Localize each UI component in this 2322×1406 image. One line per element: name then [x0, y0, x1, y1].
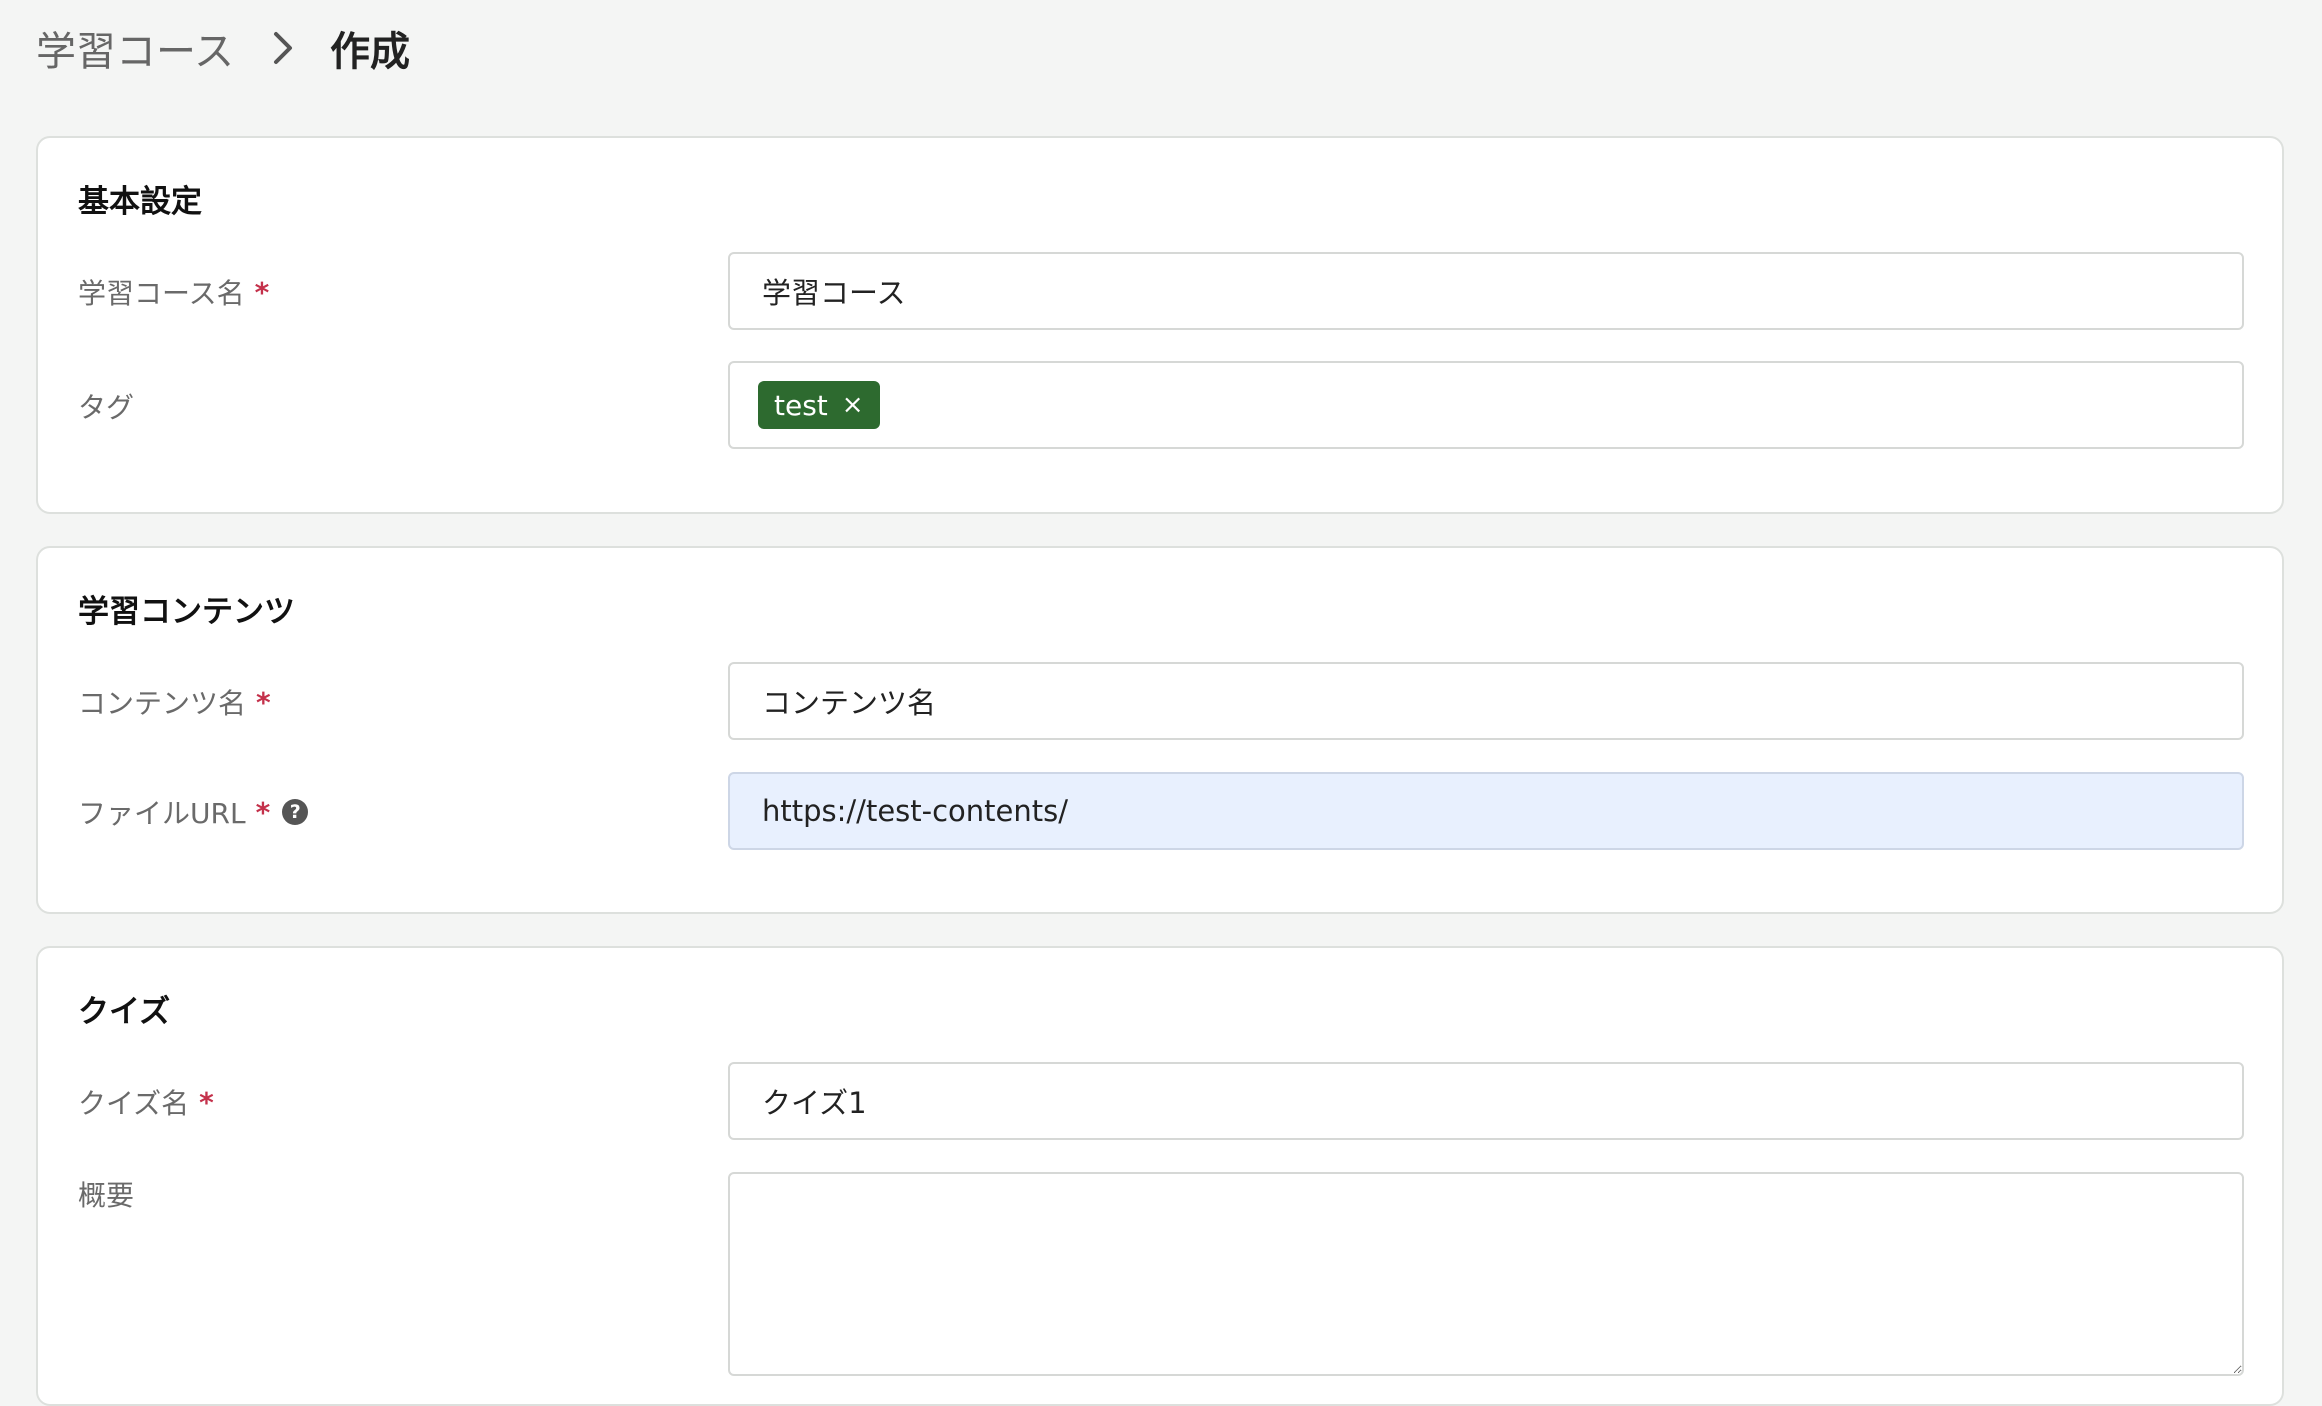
help-icon[interactable]: ? [282, 799, 309, 825]
summary-textarea[interactable] [728, 1172, 2244, 1376]
content-name-input[interactable] [728, 662, 2244, 740]
tag-chip-label: test [774, 388, 828, 422]
quiz-card: クイズ クイズ名 * 概要 [36, 946, 2284, 1406]
page-title: 作成 [330, 29, 410, 75]
required-marker: * [254, 275, 270, 309]
tags-input[interactable]: test × [728, 361, 2244, 449]
learning-content-card: 学習コンテンツ コンテンツ名 * ファイルURL * ? [36, 546, 2284, 914]
quiz-name-label-text: クイズ名 [78, 1087, 190, 1120]
course-name-label-text: 学習コース名 [78, 277, 245, 310]
close-icon[interactable]: × [842, 390, 864, 420]
required-marker: * [256, 685, 271, 719]
quiz-name-label: クイズ名 * [78, 1080, 214, 1124]
quiz-title: クイズ [78, 994, 171, 1030]
basic-settings-title: 基本設定 [78, 184, 202, 220]
tag-chip: test × [758, 381, 880, 429]
tags-label-text: タグ [78, 391, 135, 424]
file-url-label-text: ファイルURL [78, 797, 246, 830]
required-marker: * [255, 795, 271, 829]
chevron-right-icon [256, 24, 312, 72]
tags-label: タグ [78, 384, 134, 428]
basic-settings-card: 基本設定 学習コース名 * タグ test × [36, 136, 2284, 514]
quiz-name-input[interactable] [728, 1062, 2244, 1140]
summary-label-text: 概要 [78, 1179, 135, 1212]
breadcrumb: 学習コース 作成 [36, 18, 410, 78]
content-name-label: コンテンツ名 * [78, 680, 271, 724]
file-url-input[interactable] [728, 772, 2244, 850]
required-marker: * [199, 1085, 214, 1119]
course-name-label: 学習コース名 * [78, 270, 269, 314]
breadcrumb-parent-link[interactable]: 学習コース [36, 19, 234, 77]
content-name-label-text: コンテンツ名 [78, 687, 247, 720]
summary-label: 概要 [78, 1172, 134, 1216]
course-name-input[interactable] [728, 252, 2244, 330]
file-url-label: ファイルURL * ? [78, 790, 309, 834]
learning-content-title: 学習コンテンツ [78, 594, 295, 630]
